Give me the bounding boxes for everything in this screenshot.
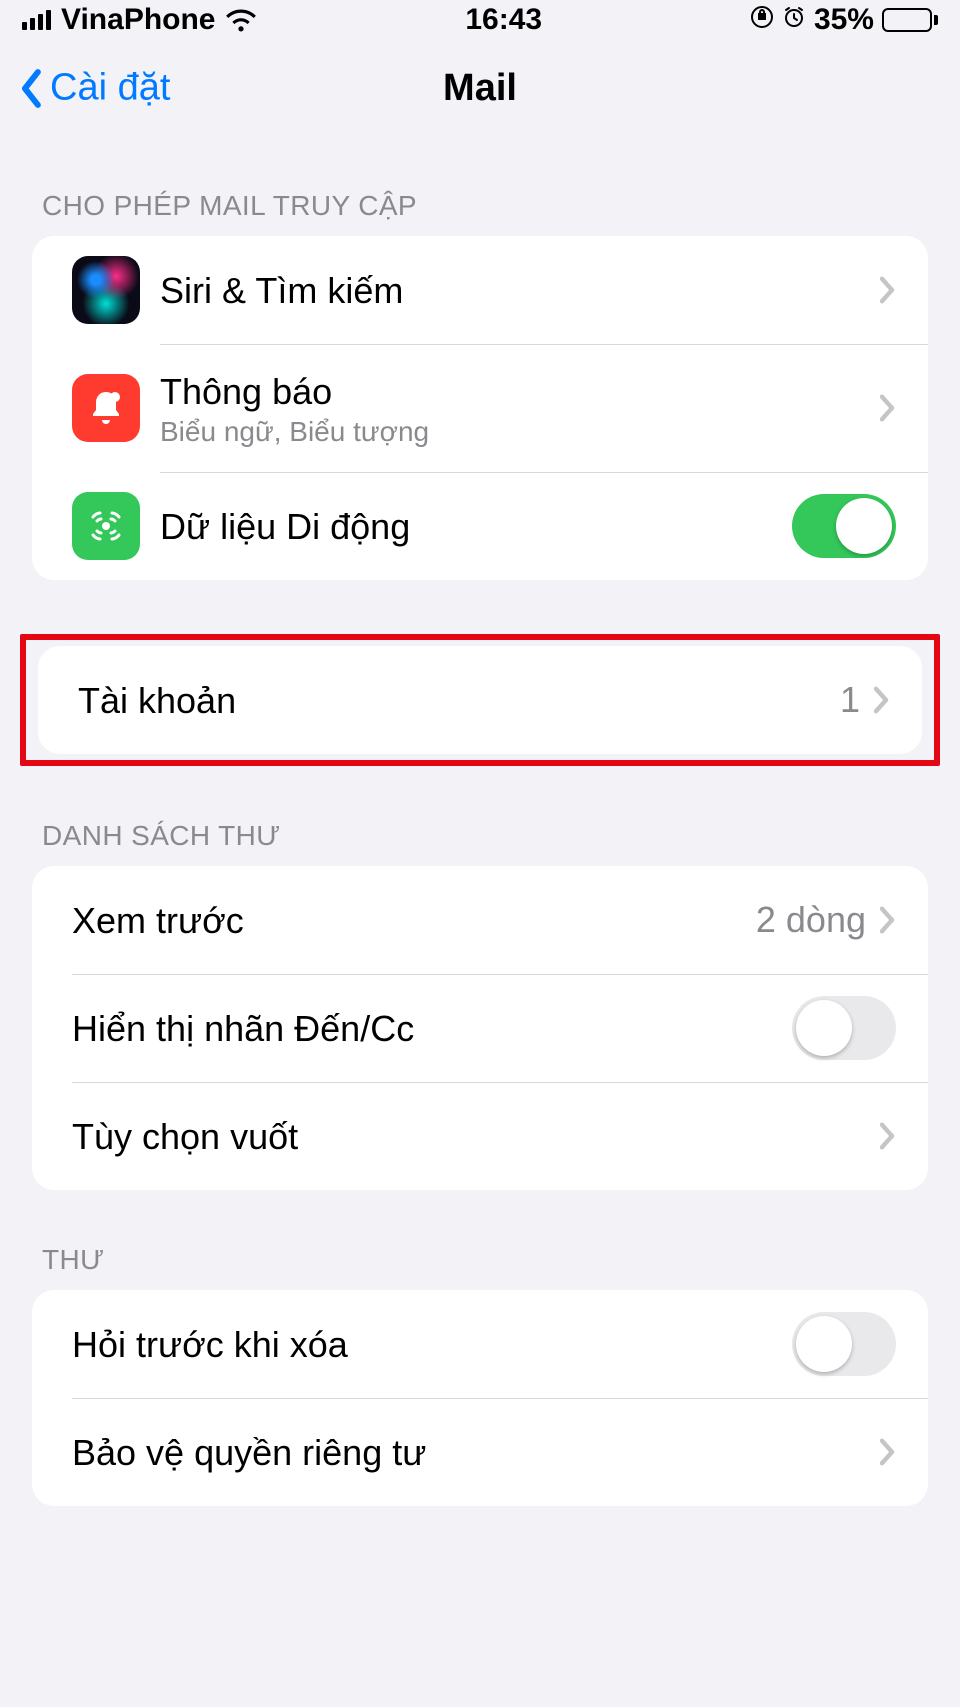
notifications-icon <box>72 374 140 442</box>
battery-percent: 35% <box>814 3 874 37</box>
row-siri-search[interactable]: Siri & Tìm kiếm <box>32 236 928 344</box>
back-button[interactable]: Cài đặt <box>18 67 170 110</box>
ask-delete-toggle[interactable] <box>792 1312 896 1376</box>
row-cellular-data: Dữ liệu Di động <box>32 472 928 580</box>
chevron-right-icon <box>878 275 896 305</box>
status-right: 35% <box>750 3 938 37</box>
highlight-annotation: Tài khoản 1 <box>20 634 940 766</box>
tocc-toggle[interactable] <box>792 996 896 1060</box>
cellular-signal-icon <box>22 10 51 30</box>
row-label: Siri & Tìm kiếm <box>160 268 878 313</box>
section-allow-access: CHO PHÉP MAIL TRUY CẬP Siri & Tìm kiếm T… <box>0 190 960 580</box>
row-label: Tài khoản <box>78 678 840 723</box>
row-label: Xem trước <box>72 898 756 943</box>
cellular-data-icon <box>72 492 140 560</box>
row-label: Bảo vệ quyền riêng tư <box>72 1430 878 1475</box>
row-label: Dữ liệu Di động <box>160 504 792 549</box>
page-title: Mail <box>443 67 517 110</box>
row-show-tocc: Hiển thị nhãn Đến/Cc <box>32 974 928 1082</box>
chevron-right-icon <box>878 1437 896 1467</box>
accounts-count: 1 <box>840 679 860 721</box>
row-label: Tùy chọn vuốt <box>72 1114 878 1159</box>
chevron-left-icon <box>18 68 46 108</box>
section-header-access: CHO PHÉP MAIL TRUY CẬP <box>0 190 960 236</box>
row-label: Hiển thị nhãn Đến/Cc <box>72 1006 792 1051</box>
row-sublabel: Biểu ngữ, Biểu tượng <box>160 416 878 448</box>
row-accounts[interactable]: Tài khoản 1 <box>38 646 922 754</box>
orientation-lock-icon <box>750 3 774 37</box>
cellular-toggle[interactable] <box>792 494 896 558</box>
chevron-right-icon <box>878 905 896 935</box>
preview-value: 2 dòng <box>756 899 866 941</box>
section-header-mail-list: DANH SÁCH THƯ <box>0 820 960 866</box>
chevron-right-icon <box>878 393 896 423</box>
status-time: 16:43 <box>465 3 542 37</box>
section-mail-list: DANH SÁCH THƯ Xem trước 2 dòng Hiển thị … <box>0 820 960 1190</box>
chevron-right-icon <box>872 685 890 715</box>
nav-bar: Cài đặt Mail <box>0 40 960 136</box>
section-header-mail: THƯ <box>0 1244 960 1290</box>
row-label: Hỏi trước khi xóa <box>72 1322 792 1367</box>
carrier-label: VinaPhone <box>61 3 215 37</box>
row-ask-before-delete: Hỏi trước khi xóa <box>32 1290 928 1398</box>
section-mail: THƯ Hỏi trước khi xóa Bảo vệ quyền riêng… <box>0 1244 960 1506</box>
section-accounts: Tài khoản 1 <box>0 634 960 766</box>
back-label: Cài đặt <box>50 67 170 110</box>
wifi-icon <box>225 8 257 32</box>
battery-icon <box>882 8 938 32</box>
row-notifications[interactable]: Thông báo Biểu ngữ, Biểu tượng <box>32 344 928 472</box>
status-bar: VinaPhone 16:43 35% <box>0 0 960 40</box>
row-privacy[interactable]: Bảo vệ quyền riêng tư <box>32 1398 928 1506</box>
chevron-right-icon <box>878 1121 896 1151</box>
status-left: VinaPhone <box>22 3 257 37</box>
alarm-icon <box>782 3 806 37</box>
row-preview[interactable]: Xem trước 2 dòng <box>32 866 928 974</box>
row-swipe-options[interactable]: Tùy chọn vuốt <box>32 1082 928 1190</box>
siri-icon <box>72 256 140 324</box>
row-label: Thông báo <box>160 369 878 414</box>
